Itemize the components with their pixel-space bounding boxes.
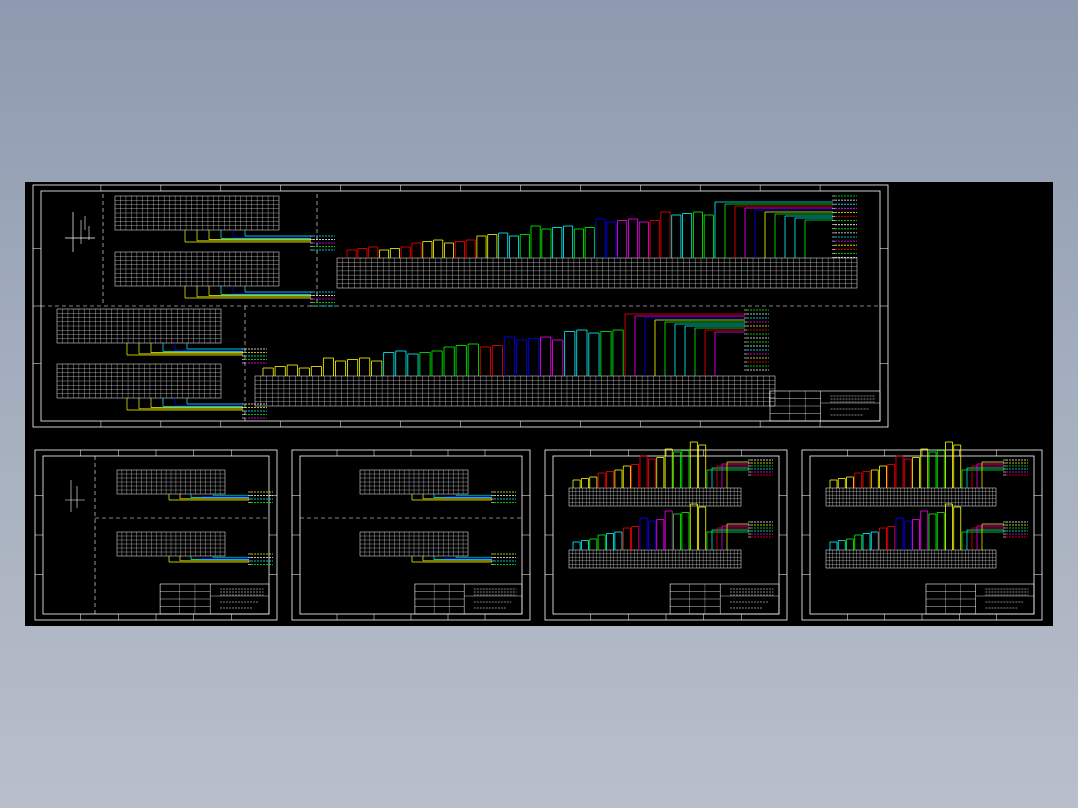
terminal-strip — [116, 469, 226, 495]
cable-risers — [961, 461, 1004, 488]
cable-risers — [706, 523, 749, 550]
cable-staircase-top — [346, 211, 714, 258]
cable-labels-bottom — [744, 309, 769, 371]
cable-bundle-ul-0 — [184, 230, 311, 243]
sheet-inner-border — [40, 190, 881, 422]
sheet-outer-border — [544, 449, 788, 621]
terminal-strip — [359, 469, 469, 495]
sheet-3 — [291, 449, 531, 621]
cable-bundle-ll-1 — [126, 398, 243, 411]
border-ticks — [35, 450, 277, 620]
cable-bundle — [168, 494, 249, 501]
circuit-symbol — [65, 480, 85, 512]
sheet-outer-border — [801, 449, 1043, 621]
cable-bundle-ul-1 — [184, 286, 311, 299]
border-ticks — [802, 450, 1042, 620]
wiring-diagram-svg — [32, 184, 1043, 621]
terminal-strip — [359, 531, 469, 557]
terminal-strip-ll-1 — [56, 363, 222, 399]
circuit-symbol — [65, 212, 95, 252]
cable-risers-bottom — [624, 313, 745, 376]
cable-labels — [748, 521, 773, 538]
cable-labels — [491, 491, 516, 503]
cable-labels — [491, 553, 516, 565]
cable-staircase — [829, 503, 962, 550]
title-block — [159, 583, 270, 615]
sheet-inner-border — [552, 455, 780, 615]
terminal-strip — [568, 487, 742, 507]
cable-staircase-bottom — [262, 329, 624, 376]
cad-drawing-canvas[interactable] — [25, 182, 1053, 626]
terminal-strip — [825, 487, 997, 507]
sheet-5 — [801, 441, 1043, 621]
cable-labels — [1003, 521, 1028, 538]
sheet-inner-border — [299, 455, 523, 615]
cable-staircase — [829, 441, 962, 488]
terminal-strip-long-bottom — [254, 375, 776, 407]
cable-bundle — [411, 494, 492, 501]
title-block — [925, 583, 1035, 615]
border-ticks — [545, 450, 787, 620]
cable-labels-ll-0 — [242, 348, 267, 364]
title-block — [769, 390, 881, 422]
cable-bundle-ll-0 — [126, 343, 243, 356]
main-sheet — [32, 184, 889, 428]
cable-labels-top — [832, 195, 857, 258]
sheet-outer-border — [291, 449, 531, 621]
sheet-inner-border — [42, 455, 270, 615]
cable-risers — [706, 461, 749, 488]
terminal-strip-ul-0 — [114, 195, 280, 231]
sheet-inner-border — [809, 455, 1035, 615]
sheet-2 — [34, 449, 278, 621]
cable-risers-top — [714, 201, 833, 258]
terminal-strip — [116, 531, 226, 557]
title-block — [669, 583, 780, 615]
cable-staircase — [572, 503, 707, 550]
cable-staircase — [572, 441, 707, 488]
terminal-strip-ul-1 — [114, 251, 280, 287]
terminal-strip — [568, 549, 742, 569]
cable-labels-ul-1 — [310, 291, 335, 307]
terminal-strip — [825, 549, 997, 569]
cable-risers — [961, 523, 1004, 550]
terminal-strip-long-top — [336, 257, 858, 289]
terminal-strip-ll-0 — [56, 308, 222, 344]
border-ticks — [292, 450, 530, 620]
sheet-4 — [544, 441, 788, 621]
title-block — [414, 583, 523, 615]
cable-bundle — [411, 556, 492, 563]
sheet-outer-border — [34, 449, 278, 621]
cable-labels-ul-0 — [310, 235, 335, 251]
cable-labels — [1003, 459, 1028, 476]
cable-labels — [748, 459, 773, 476]
cable-bundle — [168, 556, 249, 563]
